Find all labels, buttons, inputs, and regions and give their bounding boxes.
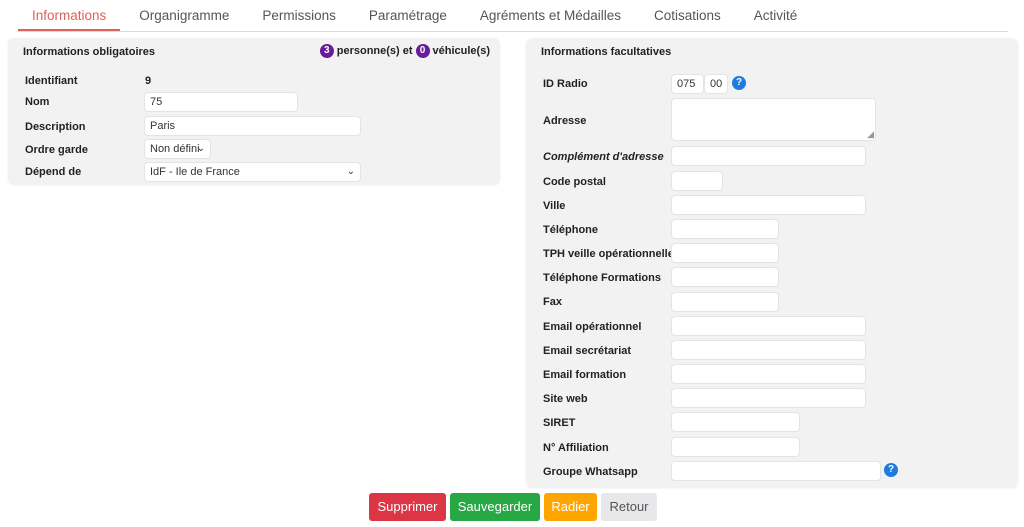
tab-informations[interactable]: Informations bbox=[18, 0, 121, 31]
affiliation-label: N° Affiliation bbox=[543, 442, 609, 454]
chevron-down-icon: ⌄ bbox=[196, 143, 205, 154]
vehicles-count-badge: 0 bbox=[415, 44, 430, 58]
depend-de-value: IdF - Ile de France bbox=[150, 166, 240, 178]
whatsapp-input[interactable] bbox=[671, 461, 881, 481]
affiliation-input[interactable] bbox=[671, 437, 800, 457]
identifiant-value: 9 bbox=[145, 75, 152, 87]
tph-veille-input[interactable] bbox=[671, 243, 779, 263]
ville-input[interactable] bbox=[671, 195, 866, 215]
tph-veille-label: TPH veille opérationnelle bbox=[543, 248, 674, 260]
telephone-label: Téléphone bbox=[543, 224, 599, 236]
email-form-label: Email formation bbox=[543, 369, 627, 381]
email-secr-label: Email secrétariat bbox=[543, 345, 632, 357]
siret-label: SIRET bbox=[543, 417, 576, 429]
adresse-textarea[interactable]: ◢ bbox=[671, 98, 876, 141]
depend-de-label: Dépend de bbox=[25, 166, 82, 178]
optional-info-panel: Informations facultatives ID Radio ? Adr… bbox=[526, 38, 1018, 487]
complement-label: Complément d'adresse bbox=[543, 151, 664, 163]
whatsapp-label: Groupe Whatsapp bbox=[543, 466, 638, 478]
code-postal-label: Code postal bbox=[543, 176, 606, 188]
ordre-garde-label: Ordre garde bbox=[25, 144, 88, 156]
tab-cotisations[interactable]: Cotisations bbox=[640, 0, 735, 31]
help-icon[interactable]: ? bbox=[732, 76, 746, 90]
optional-info-title: Informations facultatives bbox=[541, 46, 672, 58]
back-button[interactable]: Retour bbox=[601, 493, 657, 521]
vehicles-label: véhicule(s) bbox=[432, 45, 490, 57]
tab-activite[interactable]: Activité bbox=[740, 0, 812, 31]
email-secr-input[interactable] bbox=[671, 340, 866, 360]
help-icon[interactable]: ? bbox=[884, 463, 898, 477]
chevron-down-icon: ⌄ bbox=[346, 166, 355, 177]
code-postal-input[interactable] bbox=[671, 171, 723, 191]
tel-formations-input[interactable] bbox=[671, 267, 779, 287]
description-input[interactable] bbox=[144, 116, 361, 136]
adresse-label: Adresse bbox=[543, 115, 587, 127]
tab-parametrage[interactable]: Paramétrage bbox=[355, 0, 461, 31]
tel-formations-label: Téléphone Formations bbox=[543, 272, 661, 284]
siret-input[interactable] bbox=[671, 412, 800, 432]
telephone-input[interactable] bbox=[671, 219, 779, 239]
site-web-input[interactable] bbox=[671, 388, 866, 408]
email-op-label: Email opérationnel bbox=[543, 321, 642, 333]
complement-input[interactable] bbox=[671, 146, 866, 166]
mandatory-info-panel: Informations obligatoires 3 personne(s) … bbox=[8, 38, 500, 184]
radier-button[interactable]: Radier bbox=[544, 493, 597, 521]
email-op-input[interactable] bbox=[671, 316, 866, 336]
ville-label: Ville bbox=[543, 200, 566, 212]
depend-de-select[interactable]: IdF - Ile de France ⌄ bbox=[144, 162, 361, 182]
email-form-input[interactable] bbox=[671, 364, 866, 384]
identifiant-label: Identifiant bbox=[25, 75, 78, 87]
persons-count-badge: 3 bbox=[319, 44, 334, 58]
counts-summary: 3 personne(s) et 0 véhicule(s) bbox=[317, 44, 490, 58]
nom-input[interactable] bbox=[144, 92, 298, 112]
id-radio-input-2[interactable] bbox=[704, 74, 728, 94]
mandatory-info-title: Informations obligatoires bbox=[23, 46, 156, 58]
nom-label: Nom bbox=[25, 96, 50, 108]
save-button[interactable]: Sauvegarder bbox=[450, 493, 540, 521]
delete-button[interactable]: Supprimer bbox=[369, 493, 446, 521]
tab-agrements-medailles[interactable]: Agréments et Médailles bbox=[466, 0, 635, 31]
id-radio-label: ID Radio bbox=[543, 78, 588, 90]
tab-organigramme[interactable]: Organigramme bbox=[125, 0, 243, 31]
resize-handle-icon[interactable]: ◢ bbox=[867, 129, 874, 140]
description-label: Description bbox=[25, 121, 86, 133]
ordre-garde-value: Non défini bbox=[150, 143, 200, 155]
tab-permissions[interactable]: Permissions bbox=[248, 0, 350, 31]
fax-label: Fax bbox=[543, 296, 562, 308]
ordre-garde-select[interactable]: Non défini ⌄ bbox=[144, 139, 211, 159]
fax-input[interactable] bbox=[671, 292, 779, 312]
tab-bar: Informations Organigramme Permissions Pa… bbox=[18, 0, 1008, 32]
persons-label: personne(s) et bbox=[336, 45, 413, 57]
id-radio-input-1[interactable] bbox=[671, 74, 704, 94]
site-web-label: Site web bbox=[543, 393, 588, 405]
